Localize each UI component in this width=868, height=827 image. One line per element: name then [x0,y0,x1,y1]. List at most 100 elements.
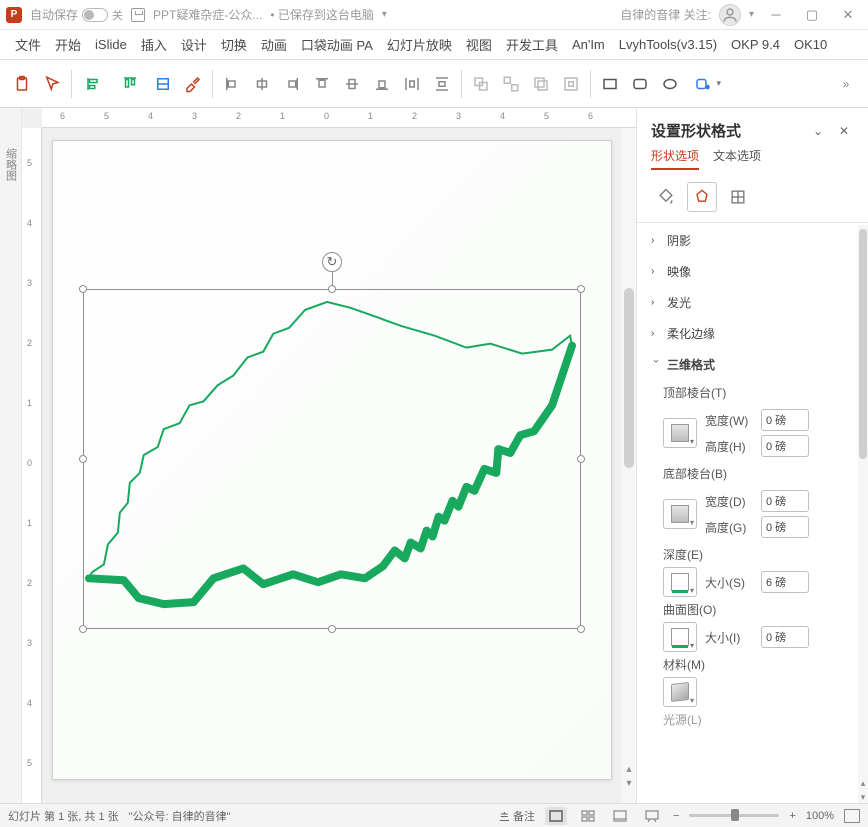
section-shadow[interactable]: ›阴影 [637,225,856,256]
tab-islide[interactable]: iSlide [88,30,134,59]
pane-scroll-dn-icon[interactable]: ▾ [858,791,868,803]
handle-bl[interactable] [79,625,87,633]
notes-button[interactable]: ≐备注 [500,808,535,824]
handle-mr[interactable] [577,455,585,463]
tool-subtract-icon[interactable] [557,68,585,100]
tab-home[interactable]: 开始 [48,30,88,59]
section-glow[interactable]: ›发光 [637,287,856,318]
material-swatch[interactable]: ▾ [663,677,697,707]
tab-animation[interactable]: 动画 [254,30,294,59]
tab-pocket-anim[interactable]: 口袋动画 PA [294,30,380,59]
scroll-dn-icon[interactable]: ▾ [624,777,634,789]
tool-ungroup-icon[interactable] [497,68,525,100]
account-caret-icon[interactable]: ▾ [749,9,754,20]
depth-color-swatch[interactable]: ▾ [663,567,697,597]
pane-scroll-up-icon[interactable]: ▴ [858,777,868,789]
top-bevel-width[interactable]: 0 磅 [761,409,809,431]
view-sorter-icon[interactable] [577,807,599,825]
tool-align-c-icon[interactable] [248,68,276,100]
view-slideshow-icon[interactable] [641,807,663,825]
tool-ellipse-icon[interactable] [656,68,684,100]
bottom-bevel-swatch[interactable]: ▾ [663,499,697,529]
pane-cat-fill-icon[interactable] [651,182,681,212]
tool-rect-icon[interactable] [596,68,624,100]
section-softedge[interactable]: ›柔化边缘 [637,318,856,349]
autosave-toggle[interactable]: 自动保存 关 [30,6,123,23]
contour-color-swatch[interactable]: ▾ [663,622,697,652]
tab-file[interactable]: 文件 [8,30,48,59]
tool-align-top-icon[interactable] [113,68,147,100]
section-reflection[interactable]: ›映像 [637,256,856,287]
tool-align-l2-icon[interactable] [218,68,246,100]
tab-anim2[interactable]: An'Im [565,30,612,59]
tool-align-r-icon[interactable] [278,68,306,100]
tool-shapefill-icon[interactable]: ▾ [686,68,720,100]
minimize-button[interactable]: ─ [762,1,790,29]
pane-cat-size-icon[interactable] [723,182,753,212]
handle-tr[interactable] [577,285,585,293]
tab-insert[interactable]: 插入 [134,30,174,59]
tool-cursor-icon[interactable] [38,68,66,100]
handle-bm[interactable] [328,625,336,633]
tool-dist-v-icon[interactable] [428,68,456,100]
zoom-slider[interactable] [689,814,779,817]
tab-design[interactable]: 设计 [174,30,214,59]
tool-roundrect-icon[interactable] [626,68,654,100]
pane-dropdown-icon[interactable]: ⌄ [808,121,828,141]
maximize-button[interactable]: ▢ [798,1,826,29]
tool-distribute-icon[interactable] [149,68,177,100]
handle-tm[interactable] [328,285,336,293]
handle-br[interactable] [577,625,585,633]
tool-align-left-icon[interactable] [77,68,111,100]
tool-align-b-icon[interactable] [368,68,396,100]
tab-view[interactable]: 视图 [459,30,499,59]
top-bevel-swatch[interactable]: ▾ [663,418,697,448]
tool-combine-icon[interactable] [527,68,555,100]
tab-transition[interactable]: 切换 [214,30,254,59]
pane-tab-shape[interactable]: 形状选项 [651,147,699,170]
tool-group-icon[interactable] [467,68,495,100]
caret-down-icon[interactable]: ▾ [382,9,387,20]
slide-area[interactable]: ↻ [42,128,622,803]
freeform-shape[interactable] [84,290,580,628]
selection-box[interactable]: ↻ [83,289,581,629]
tab-lvyh[interactable]: LvyhTools(v3.15) [612,30,724,59]
depth-size[interactable]: 6 磅 [761,571,809,593]
pane-scroll-thumb[interactable] [859,229,867,459]
contour-size[interactable]: 0 磅 [761,626,809,648]
avatar[interactable] [719,4,741,26]
slide[interactable]: ↻ [52,140,612,780]
pane-cat-effects-icon[interactable] [687,182,717,212]
tab-slideshow[interactable]: 幻灯片放映 [380,30,459,59]
tool-align-t-icon[interactable] [308,68,336,100]
scroll-up-icon[interactable]: ▴ [624,763,634,775]
top-bevel-height[interactable]: 0 磅 [761,435,809,457]
slide-counter[interactable]: 幻灯片 第 1 张, 共 1 张 [8,808,119,824]
zoom-out-button[interactable]: − [673,810,679,822]
canvas-scrollbar[interactable]: ▴ ▾ [622,128,636,803]
tool-dist-h-icon[interactable] [398,68,426,100]
handle-tl[interactable] [79,285,87,293]
zoom-knob[interactable] [731,809,739,821]
toggle-icon[interactable] [82,8,108,22]
bottom-bevel-height[interactable]: 0 磅 [761,516,809,538]
tool-overflow-icon[interactable]: » [832,68,860,100]
scrollbar-thumb[interactable] [624,288,634,468]
view-normal-icon[interactable] [545,807,567,825]
bottom-bevel-width[interactable]: 0 磅 [761,490,809,512]
pane-close-icon[interactable]: ✕ [834,121,854,141]
view-reading-icon[interactable] [609,807,631,825]
section-3dformat[interactable]: ›三维格式 [637,349,856,380]
tool-paste-icon[interactable] [8,68,36,100]
tool-highlight-icon[interactable] [179,68,207,100]
pane-scrollbar[interactable]: ▴ ▾ [858,225,868,803]
tab-okp94[interactable]: OKP 9.4 [724,30,787,59]
pane-tab-text[interactable]: 文本选项 [713,147,761,170]
handle-ml[interactable] [79,455,87,463]
save-icon[interactable] [131,8,145,22]
fit-to-window-icon[interactable] [844,809,860,823]
zoom-percent[interactable]: 100% [806,810,834,822]
close-button[interactable]: ✕ [834,1,862,29]
outline-bar[interactable]: 缩略图 [0,108,22,803]
tab-ok10[interactable]: OK10 [787,30,834,59]
